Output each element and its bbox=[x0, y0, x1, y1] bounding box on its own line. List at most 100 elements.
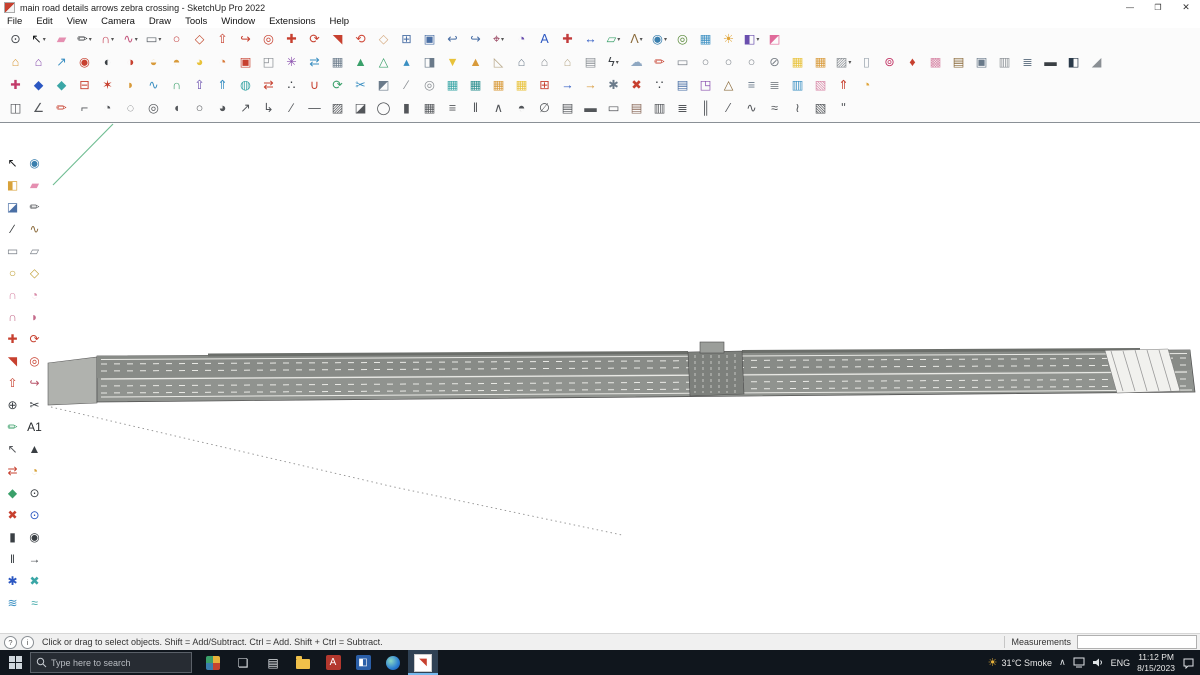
scale-tool[interactable]: ◥ bbox=[327, 30, 348, 50]
purge-icon[interactable]: ⟳ bbox=[327, 76, 348, 96]
rotated-rectangle-tool[interactable]: ▱ bbox=[24, 241, 45, 261]
quarter-circle-icon[interactable]: ◔ bbox=[97, 99, 118, 119]
select-tool-caret[interactable]: ▾ bbox=[43, 36, 46, 43]
roof-icon[interactable]: ⌂ bbox=[557, 53, 578, 73]
zigzag-icon[interactable]: ≀ bbox=[787, 99, 808, 119]
weather-widget[interactable]: ☀ 31°C Smoke bbox=[988, 656, 1053, 669]
gear-icon[interactable]: ✱ bbox=[603, 76, 624, 96]
menu-help[interactable]: Help bbox=[323, 16, 357, 27]
add-detail-icon[interactable]: ▲ bbox=[465, 53, 486, 73]
fence-icon[interactable]: ≣ bbox=[764, 76, 785, 96]
slash-icon[interactable]: ⁄ bbox=[718, 99, 739, 119]
line-tool-left[interactable]: ∕ bbox=[2, 219, 23, 239]
share-model-icon[interactable]: ↗ bbox=[51, 53, 72, 73]
three-point-arc-tool[interactable]: ◗ bbox=[24, 307, 45, 327]
dimension-pencil-tool[interactable]: ✏ bbox=[2, 417, 23, 437]
menu-camera[interactable]: Camera bbox=[94, 16, 142, 27]
shape-oval-slash-icon[interactable]: ⊘ bbox=[764, 53, 785, 73]
donut-icon[interactable]: ◎ bbox=[143, 99, 164, 119]
rectangle-tool-left[interactable]: ▭ bbox=[2, 241, 23, 261]
display-icon[interactable] bbox=[1073, 657, 1085, 668]
zoom-window-tool[interactable]: ⊞ bbox=[396, 30, 417, 50]
red-grid-icon[interactable]: ⊞ bbox=[534, 76, 555, 96]
page-icon[interactable]: ▯ bbox=[856, 53, 877, 73]
tape-measure-tool-caret[interactable]: ▾ bbox=[501, 36, 504, 43]
slope-page-icon[interactable]: ◢ bbox=[1086, 53, 1107, 73]
measurements-input[interactable] bbox=[1077, 635, 1197, 649]
pipe-along-icon[interactable]: ◎ bbox=[419, 76, 440, 96]
line-tool[interactable]: ✏ ▾ bbox=[74, 30, 95, 50]
text-tool[interactable]: A bbox=[534, 30, 555, 50]
protractor-tool[interactable]: ◔ bbox=[511, 30, 532, 50]
eraser-tool[interactable]: ▰ bbox=[51, 30, 72, 50]
waves-tool[interactable]: ≈ bbox=[24, 593, 45, 613]
monitor-icon[interactable]: ▬ bbox=[1040, 53, 1061, 73]
pages-icon[interactable]: ▥ bbox=[994, 53, 1015, 73]
materials-icon[interactable]: ◩ bbox=[764, 30, 785, 50]
move-tool[interactable]: ✚ bbox=[281, 30, 302, 50]
match-photo-icon[interactable]: ▦ bbox=[695, 30, 716, 50]
scissors-tool[interactable]: ✂ bbox=[24, 395, 45, 415]
maximize-button[interactable]: ❐ bbox=[1144, 0, 1172, 15]
magnifier-dark-tool[interactable]: ⊙ bbox=[24, 483, 45, 503]
photos-app[interactable] bbox=[198, 650, 228, 675]
pie-tool-left[interactable]: ◔ bbox=[24, 285, 45, 305]
close-button[interactable]: ✕ bbox=[1172, 0, 1200, 15]
extension-warehouse-icon[interactable]: ⌂ bbox=[28, 53, 49, 73]
freehand-tool-left[interactable]: ∿ bbox=[24, 219, 45, 239]
blue-diamond-icon[interactable]: ◆ bbox=[28, 76, 49, 96]
panel-lines-icon[interactable]: ▥ bbox=[649, 99, 670, 119]
menu-window[interactable]: Window bbox=[214, 16, 262, 27]
shape-oval2-icon[interactable]: ○ bbox=[718, 53, 739, 73]
sandbox-scratch-icon[interactable]: △ bbox=[373, 53, 394, 73]
edge-browser-app[interactable] bbox=[378, 650, 408, 675]
blue-burst-tool[interactable]: ✱ bbox=[2, 571, 23, 591]
sketch-marker-icon[interactable]: ✏ bbox=[649, 53, 670, 73]
taskbar-search-input[interactable]: Type here to search bbox=[30, 652, 192, 673]
start-button[interactable] bbox=[0, 650, 30, 675]
cols-icon[interactable]: ‖ bbox=[465, 99, 486, 119]
polygon-tool[interactable]: ◇ bbox=[189, 30, 210, 50]
tray-expand-chevron-icon[interactable]: ∧ bbox=[1059, 657, 1066, 668]
blue-arrow-icon[interactable]: → bbox=[557, 76, 578, 96]
red-pencil-icon[interactable]: ✏ bbox=[51, 99, 72, 119]
stairs-icon[interactable]: ≡ bbox=[741, 76, 762, 96]
push-pull-tool[interactable]: ⇧ bbox=[212, 30, 233, 50]
dots-tool-icon[interactable]: ∵ bbox=[649, 76, 670, 96]
material-swatch-icon[interactable]: ▩ bbox=[925, 53, 946, 73]
house-icon[interactable]: ⌂ bbox=[511, 53, 532, 73]
menu-view[interactable]: View bbox=[60, 16, 94, 27]
joint-push-pull-icon[interactable]: ⇧ bbox=[189, 76, 210, 96]
floorplan-icon[interactable]: ⌂ bbox=[534, 53, 555, 73]
cube-stack-icon[interactable]: ≣ bbox=[1017, 53, 1038, 73]
instant-wall-icon[interactable]: ▤ bbox=[580, 53, 601, 73]
menu-edit[interactable]: Edit bbox=[29, 16, 59, 27]
corner-icon[interactable]: ⌐ bbox=[74, 99, 95, 119]
green-diamond-tool[interactable]: ◆ bbox=[2, 483, 23, 503]
stamp-icon[interactable]: ◨ bbox=[419, 53, 440, 73]
jhs-powerbar-icon-caret[interactable]: ▾ bbox=[616, 59, 619, 66]
round-corner-icon[interactable]: ◗ bbox=[120, 76, 141, 96]
scale-box-icon[interactable]: ◳ bbox=[695, 76, 716, 96]
solid-split-icon[interactable]: ◕ bbox=[189, 53, 210, 73]
hatch-dense-icon[interactable]: ▧ bbox=[810, 99, 831, 119]
columns-dark-tool[interactable]: ‖ bbox=[2, 549, 23, 569]
flip-along-icon[interactable]: ⇄ bbox=[304, 53, 325, 73]
rotate-tool[interactable]: ⟳ bbox=[304, 30, 325, 50]
pattern-icon[interactable]: ▧ bbox=[810, 76, 831, 96]
render-icon[interactable]: ◧ bbox=[1063, 53, 1084, 73]
bucket-alt-tool[interactable]: ◔ bbox=[24, 461, 45, 481]
planks-icon[interactable]: ▤ bbox=[557, 99, 578, 119]
arc-tool[interactable]: ∩ ▾ bbox=[97, 30, 118, 50]
double-prime-icon[interactable]: ʺ bbox=[833, 99, 854, 119]
polygon-tool-left[interactable]: ◇ bbox=[24, 263, 45, 283]
grid-tool-icon[interactable]: ▦ bbox=[787, 53, 808, 73]
grid-tool2-icon[interactable]: ▦ bbox=[810, 53, 831, 73]
pencil-tool[interactable]: ✏ bbox=[24, 197, 45, 217]
ring-icon[interactable]: ○ bbox=[189, 99, 210, 119]
explode-icon[interactable]: ✳ bbox=[281, 53, 302, 73]
text-a1-tool[interactable]: A1 bbox=[24, 417, 45, 437]
action-center-icon[interactable] bbox=[1182, 657, 1195, 669]
solid-outer-shell-icon[interactable]: ◉ bbox=[74, 53, 95, 73]
language-indicator[interactable]: ENG bbox=[1111, 658, 1131, 668]
